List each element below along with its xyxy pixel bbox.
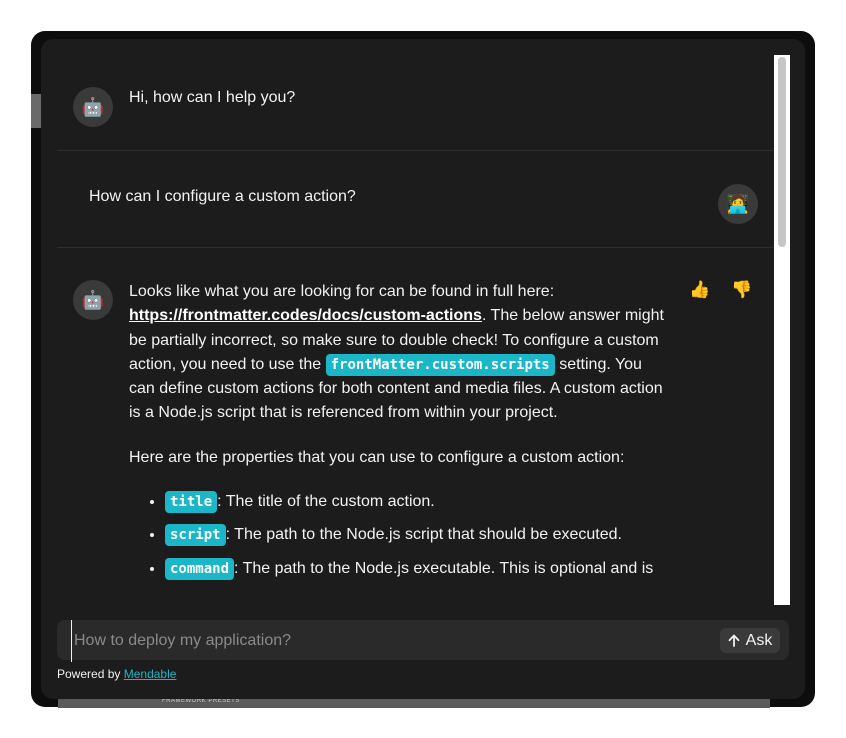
answer-intro-text: Looks like what you are looking for can … xyxy=(129,283,555,300)
property-text: : The title of the custom action. xyxy=(217,493,435,511)
message-list: 🤖 Hi, how can I help you? How can I conf… xyxy=(57,39,773,605)
thumbs-up-icon[interactable]: 👍 xyxy=(689,280,710,300)
bot-avatar-icon: 🤖 xyxy=(73,87,113,127)
property-text: : The path to the Node.js script that sh… xyxy=(225,526,622,544)
mendable-link[interactable]: Mendable xyxy=(124,667,177,681)
ask-label: Ask xyxy=(745,631,773,649)
arrow-up-icon xyxy=(728,634,740,647)
property-code: title xyxy=(165,491,218,514)
user-question-text: How can I configure a custom action? xyxy=(89,188,356,205)
scrollbar[interactable] xyxy=(774,55,790,605)
properties-intro: Here are the properties that you can use… xyxy=(129,448,625,466)
setting-code: frontMatter.custom.scripts xyxy=(325,353,555,376)
bot-avatar-icon: 🤖 xyxy=(73,280,113,320)
user-message: How can I configure a custom action? 🧑‍💻 xyxy=(57,151,773,248)
scrollbar-thumb[interactable] xyxy=(778,57,786,247)
list-item: script: The path to the Node.js script t… xyxy=(165,523,669,547)
property-code: script xyxy=(165,524,226,547)
list-item: title: The title of the custom action. xyxy=(165,490,669,514)
background-fragment xyxy=(31,94,41,128)
chat-modal: 🤖 Hi, how can I help you? How can I conf… xyxy=(41,39,805,699)
list-item: command: The path to the Node.js executa… xyxy=(165,557,669,581)
ask-button[interactable]: Ask xyxy=(720,628,780,653)
greeting-text: Hi, how can I help you? xyxy=(129,89,296,106)
answer-body: Looks like what you are looking for can … xyxy=(129,280,669,590)
answer-paragraph: Looks like what you are looking for can … xyxy=(129,280,669,426)
chat-input-bar: Ask xyxy=(57,620,789,662)
docs-link[interactable]: https://frontmatter.codes/docs/custom-ac… xyxy=(129,307,482,324)
question-input[interactable] xyxy=(71,620,696,662)
thumbs-down-icon[interactable]: 👎 xyxy=(731,280,752,300)
property-code: command xyxy=(165,557,235,580)
property-text: : The path to the Node.js executable. Th… xyxy=(234,559,654,577)
bot-message-answer: 🤖 Looks like what you are looking for ca… xyxy=(57,248,773,605)
properties-list: title: The title of the custom action. s… xyxy=(129,490,669,581)
user-avatar-icon: 🧑‍💻 xyxy=(718,184,758,224)
powered-by-text: Powered by xyxy=(57,667,121,681)
powered-by: Powered by Mendable xyxy=(57,667,176,681)
bot-message-greeting: 🤖 Hi, how can I help you? xyxy=(57,39,773,151)
